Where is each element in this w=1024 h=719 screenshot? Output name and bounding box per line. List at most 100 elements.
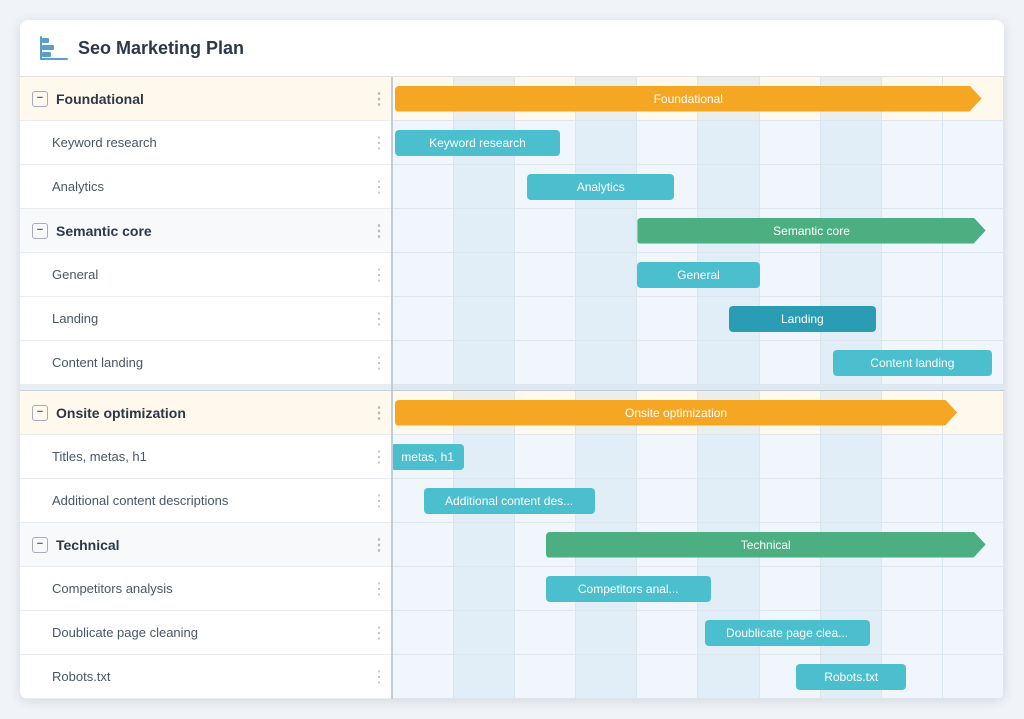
bar-keyword-research[interactable]: Keyword research — [395, 130, 560, 156]
grid-line — [637, 655, 698, 698]
row-landing: Landing ⋮ — [20, 297, 391, 341]
gantt-row-semantic-core: Semantic core — [393, 209, 1004, 253]
bar-technical[interactable]: Technical — [546, 532, 986, 558]
grid-line — [393, 209, 454, 252]
dots-analytics[interactable]: ⋮ — [367, 177, 391, 197]
label-onsite-optimization: Onsite optimization — [56, 405, 367, 421]
gantt-row-analytics: Analytics — [393, 165, 1004, 209]
bar-additional-content[interactable]: Additional content des... — [424, 488, 595, 514]
grid-line — [698, 121, 759, 164]
row-additional-content: Additional content descriptions ⋮ — [20, 479, 391, 523]
bar-competitors-analysis[interactable]: Competitors anal... — [546, 576, 711, 602]
collapse-onsite[interactable]: − — [32, 405, 48, 421]
grid-line — [943, 297, 1004, 340]
bar-landing[interactable]: Landing — [729, 306, 876, 332]
grid-line — [943, 479, 1004, 522]
grid-line — [882, 297, 943, 340]
collapse-semantic-core[interactable]: − — [32, 223, 48, 239]
dots-semantic-core[interactable]: ⋮ — [367, 221, 391, 241]
grid-line — [454, 611, 515, 654]
grid-line — [943, 567, 1004, 610]
grid-line — [576, 121, 637, 164]
grid-line — [760, 341, 821, 384]
bar-content-landing[interactable]: Content landing — [833, 350, 992, 376]
dots-competitors-analysis[interactable]: ⋮ — [367, 579, 391, 599]
dots-keyword-research[interactable]: ⋮ — [367, 133, 391, 153]
grid-line — [821, 121, 882, 164]
grid-line — [760, 121, 821, 164]
grid-line — [698, 479, 759, 522]
grid-line — [637, 121, 698, 164]
grid-line — [576, 209, 637, 252]
dots-foundational[interactable]: ⋮ — [367, 89, 391, 109]
bar-doublicate-page[interactable]: Doublicate page clea... — [705, 620, 870, 646]
grid-line — [393, 567, 454, 610]
bar-foundational[interactable]: Foundational — [395, 86, 982, 112]
dots-doublicate-page[interactable]: ⋮ — [367, 623, 391, 643]
gantt-row-competitors-analysis: Competitors anal... — [393, 567, 1004, 611]
grid-line — [576, 435, 637, 478]
grid-line — [515, 253, 576, 296]
grid-line — [882, 121, 943, 164]
dots-general[interactable]: ⋮ — [367, 265, 391, 285]
row-keyword-research: Keyword research ⋮ — [20, 121, 391, 165]
grid-line — [515, 209, 576, 252]
grid-line — [882, 253, 943, 296]
grid-line — [576, 611, 637, 654]
gantt-row-content-landing: Content landing — [393, 341, 1004, 385]
grid-line — [515, 435, 576, 478]
bar-titles-metas[interactable]: metas, h1 — [393, 444, 464, 470]
dots-robots-txt[interactable]: ⋮ — [367, 667, 391, 687]
grid-line — [760, 567, 821, 610]
row-doublicate-page: Doublicate page cleaning ⋮ — [20, 611, 391, 655]
grid-line — [576, 297, 637, 340]
gantt-row-titles-metas: metas, h1 — [393, 435, 1004, 479]
bar-robots-txt[interactable]: Robots.txt — [796, 664, 906, 690]
grid-line — [637, 435, 698, 478]
dots-technical[interactable]: ⋮ — [367, 535, 391, 555]
label-doublicate-page: Doublicate page cleaning — [52, 625, 367, 640]
grid-line — [760, 479, 821, 522]
gantt-wrapper: − Foundational ⋮ Keyword research ⋮ Anal… — [20, 77, 1004, 699]
left-panel: − Foundational ⋮ Keyword research ⋮ Anal… — [20, 77, 393, 699]
grid-line — [760, 435, 821, 478]
grid-line — [454, 655, 515, 698]
collapse-technical[interactable]: − — [32, 537, 48, 553]
dots-titles-metas[interactable]: ⋮ — [367, 447, 391, 467]
gantt-row-general: General — [393, 253, 1004, 297]
grid-line — [637, 611, 698, 654]
gantt-chart-icon — [40, 34, 68, 62]
grid-line — [454, 523, 515, 566]
grid-line — [698, 435, 759, 478]
bar-onsite-optimization[interactable]: Onsite optimization — [395, 400, 957, 426]
dots-content-landing[interactable]: ⋮ — [367, 353, 391, 373]
grid-line — [760, 253, 821, 296]
dots-onsite[interactable]: ⋮ — [367, 403, 391, 423]
bar-analytics[interactable]: Analytics — [527, 174, 674, 200]
grid-line — [821, 165, 882, 208]
grid-lines — [393, 297, 1004, 340]
grid-line — [943, 655, 1004, 698]
dots-additional-content[interactable]: ⋮ — [367, 491, 391, 511]
grid-line — [943, 435, 1004, 478]
bar-general[interactable]: General — [637, 262, 759, 288]
grid-line — [393, 297, 454, 340]
label-content-landing: Content landing — [52, 355, 367, 370]
grid-line — [882, 611, 943, 654]
grid-line — [454, 253, 515, 296]
row-semantic-core: − Semantic core ⋮ — [20, 209, 391, 253]
row-technical: − Technical ⋮ — [20, 523, 391, 567]
bar-semantic-core[interactable]: Semantic core — [637, 218, 985, 244]
gantt-row-robots-txt: Robots.txt — [393, 655, 1004, 699]
grid-line — [393, 253, 454, 296]
grid-line — [882, 435, 943, 478]
label-foundational: Foundational — [56, 91, 367, 107]
grid-line — [515, 341, 576, 384]
grid-line — [393, 611, 454, 654]
gantt-row-foundational: Foundational — [393, 77, 1004, 121]
grid-lines — [393, 655, 1004, 698]
dots-landing[interactable]: ⋮ — [367, 309, 391, 329]
collapse-foundational[interactable]: − — [32, 91, 48, 107]
gantt-row-doublicate-page: Doublicate page clea... — [393, 611, 1004, 655]
grid-line — [698, 165, 759, 208]
